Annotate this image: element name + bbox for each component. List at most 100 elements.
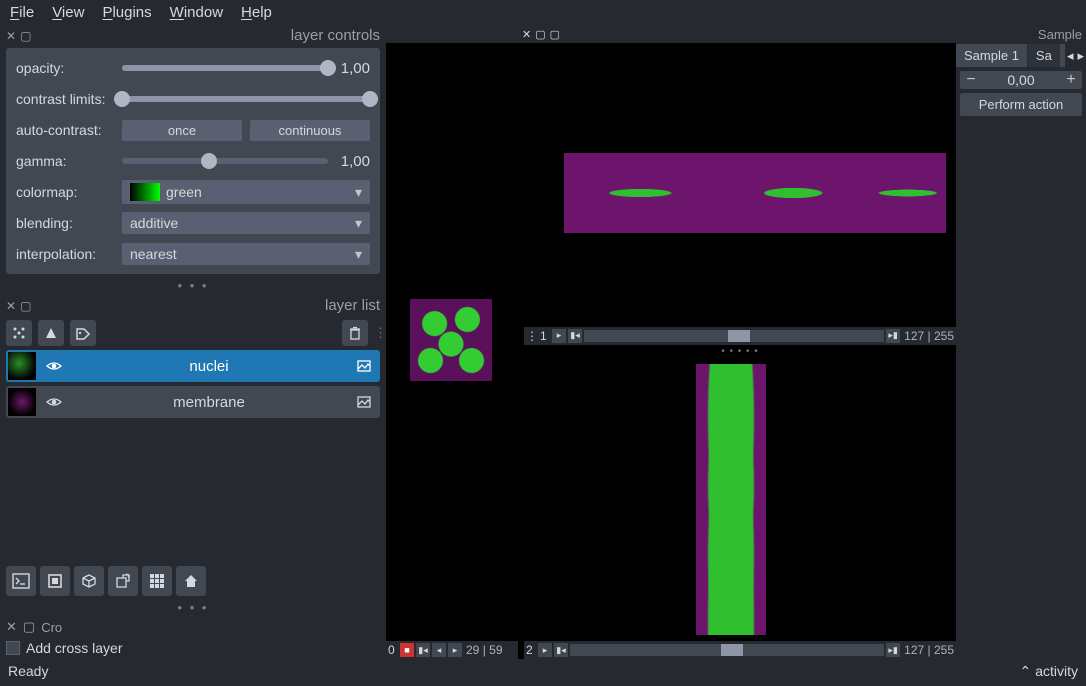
canvas-bottom-right[interactable] — [524, 358, 956, 642]
axis-label: 1 — [540, 329, 550, 343]
autocontrast-label: auto-contrast: — [16, 122, 114, 138]
spin-down[interactable]: − — [960, 71, 982, 89]
layer-thumb — [8, 388, 36, 416]
canvas-top-right[interactable] — [524, 43, 956, 327]
tab-sample2[interactable]: Sa — [1027, 44, 1060, 67]
layer-list-panel: ⋮ nuclei membrane — [6, 316, 380, 422]
new-points-button[interactable] — [6, 320, 32, 346]
visibility-toggle[interactable] — [42, 394, 66, 410]
step-right-button[interactable]: ▸ — [448, 643, 462, 657]
layer-thumb — [8, 352, 36, 380]
step-left-button[interactable]: ▮◂ — [416, 643, 430, 657]
viewer-area: ✕ ▢ ▢ 0 ■ ▮◂ ◂ ▸ 29 | 59 — [386, 25, 956, 659]
contrast-label: contrast limits: — [16, 91, 114, 107]
popout-icon[interactable]: ▢ — [20, 299, 31, 313]
spin-value[interactable]: 0,00 — [982, 72, 1060, 88]
layer-controls-panel: opacity: 1,00 contrast limits: auto-cont… — [6, 48, 380, 274]
grid-button[interactable] — [142, 566, 172, 596]
roll-dims-button[interactable] — [74, 566, 104, 596]
once-button[interactable]: once — [122, 120, 242, 141]
new-labels-button[interactable] — [70, 320, 96, 346]
new-shapes-button[interactable] — [38, 320, 64, 346]
menu-plugins[interactable]: Plugins — [102, 4, 151, 21]
tab-scroll-right[interactable]: ▸ — [1075, 48, 1086, 64]
contrast-slider[interactable] — [122, 96, 370, 102]
popout-icon[interactable]: ▢ — [20, 29, 31, 43]
dim-slider-0: 0 ■ ▮◂ ◂ ▸ 29 | 59 — [386, 641, 518, 659]
blending-select[interactable]: additive▾ — [122, 212, 370, 234]
gamma-label: gamma: — [16, 153, 114, 169]
layer-item-nuclei[interactable]: nuclei — [6, 350, 380, 382]
step-left-button[interactable]: ▮◂ — [568, 329, 582, 343]
menu-file[interactable]: FFileile — [10, 4, 34, 21]
layer-list-header: ✕ ▢ layer list — [0, 295, 386, 316]
interp-select[interactable]: nearest▾ — [122, 243, 370, 265]
gamma-slider[interactable] — [122, 158, 328, 164]
continuous-button[interactable]: continuous — [250, 120, 370, 141]
dim-track[interactable] — [584, 330, 884, 342]
delete-layer-button[interactable] — [342, 320, 368, 346]
drag-handle[interactable]: • • • — [6, 598, 380, 617]
add-cross-checkbox[interactable] — [6, 641, 20, 655]
popout-icon[interactable]: ▢ — [23, 619, 35, 635]
console-button[interactable] — [6, 566, 36, 596]
layer-list-title: layer list — [35, 297, 380, 314]
spin-up[interactable]: + — [1060, 71, 1082, 89]
close-icon[interactable]: ✕ — [6, 619, 17, 635]
transpose-button[interactable] — [108, 566, 138, 596]
activity-caret[interactable]: ⌃ — [1019, 663, 1031, 680]
status-bar: Ready ⌃ activity — [0, 659, 1086, 683]
perform-action-button[interactable]: Perform action — [960, 93, 1082, 116]
sample-title: Sample — [1038, 27, 1082, 42]
axis-label: 2 — [526, 643, 536, 657]
gamma-value: 1,00 — [336, 153, 370, 170]
step-right-button[interactable]: ▸▮ — [886, 643, 900, 657]
stop-button[interactable]: ■ — [400, 643, 414, 657]
layer-item-membrane[interactable]: membrane — [6, 386, 380, 418]
step-right-button[interactable]: ▸▮ — [886, 329, 900, 343]
step-left-button[interactable]: ◂ — [432, 643, 446, 657]
status-text: Ready — [8, 663, 48, 679]
colormap-label: colormap: — [16, 184, 114, 200]
drag-handle[interactable]: • • • — [0, 276, 386, 295]
dim-track[interactable] — [570, 644, 884, 656]
step-left-button[interactable]: ▮◂ — [554, 643, 568, 657]
add-cross-row: Add cross layer — [6, 637, 380, 659]
sample-panel: Sample Sample 1 Sa ◂ ▸ − 0,00 + Perform … — [956, 25, 1086, 659]
row-resize-handle[interactable]: • • • • • — [524, 345, 956, 358]
image-layer-icon — [352, 358, 376, 374]
menu-window[interactable]: Window — [170, 4, 223, 21]
dim-slider-2: 2 ▸ ▮◂ ▸▮ 127 | 255 — [524, 641, 956, 659]
tab-scroll-left[interactable]: ◂ — [1065, 48, 1076, 64]
axis-label: 0 — [388, 643, 398, 657]
home-button[interactable] — [176, 566, 206, 596]
grip-icon[interactable]: ⋮ — [374, 320, 380, 346]
opacity-label: opacity: — [16, 60, 114, 76]
close-icon[interactable]: ✕ — [6, 299, 16, 313]
popout-icon[interactable]: ▢ — [550, 28, 560, 41]
tab-sample1[interactable]: Sample 1 — [956, 44, 1027, 67]
ndisplay-button[interactable] — [40, 566, 70, 596]
image-layer-icon — [352, 394, 376, 410]
close-icon[interactable]: ✕ — [6, 29, 16, 43]
layer-controls-title: layer controls — [35, 27, 380, 44]
menu-view[interactable]: View — [52, 4, 84, 21]
grip-icon[interactable]: ⋮ — [526, 329, 538, 343]
close-icon[interactable]: ✕ — [522, 28, 531, 41]
cross-title: Cro — [41, 620, 62, 635]
interp-label: interpolation: — [16, 246, 114, 262]
add-cross-label: Add cross layer — [26, 640, 122, 656]
menu-help[interactable]: Help — [241, 4, 272, 21]
colormap-select[interactable]: green▾ — [122, 180, 370, 204]
blending-label: blending: — [16, 215, 114, 231]
opacity-slider[interactable] — [122, 65, 328, 71]
play-button[interactable]: ▸ — [538, 643, 552, 657]
viewer-buttons: • • • ✕ ▢ Cro Add cross layer — [6, 564, 380, 659]
layer-name: nuclei — [66, 358, 352, 375]
popout-icon[interactable]: ▢ — [535, 28, 545, 41]
activity-button[interactable]: activity — [1035, 663, 1078, 679]
canvas-main[interactable] — [386, 43, 518, 641]
value-spinner: − 0,00 + — [960, 71, 1082, 89]
play-button[interactable]: ▸ — [552, 329, 566, 343]
visibility-toggle[interactable] — [42, 358, 66, 374]
